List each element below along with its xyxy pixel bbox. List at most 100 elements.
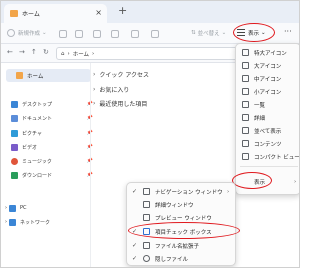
pane-divider[interactable] bbox=[90, 63, 91, 267]
paste-icon[interactable] bbox=[93, 30, 101, 38]
menu-item-label: 中アイコン bbox=[254, 76, 282, 83]
menu-divider bbox=[240, 166, 298, 167]
sidebar-item-videos[interactable]: ビデオ 📌 bbox=[11, 142, 93, 152]
sidebar-item-downloads[interactable]: ダウンロード 📌 bbox=[11, 170, 93, 180]
new-tab-button[interactable]: + bbox=[118, 4, 127, 17]
sort-label: 並べ替え bbox=[197, 31, 220, 37]
back-button[interactable]: ← bbox=[7, 48, 13, 56]
more-options-button[interactable]: ··· bbox=[284, 27, 292, 36]
new-button[interactable]: 新規作成 ⌄ bbox=[7, 29, 47, 37]
close-tab-icon[interactable]: × bbox=[95, 8, 102, 17]
delete-icon[interactable] bbox=[151, 30, 159, 38]
cut-icon[interactable] bbox=[59, 30, 67, 38]
title-bar: ホーム × + bbox=[1, 1, 299, 23]
home-icon bbox=[16, 72, 23, 79]
menu-item-label: コンパクト ビュー bbox=[254, 154, 300, 161]
sidebar-item-pc[interactable]: › PC bbox=[5, 203, 87, 213]
chevron-right-icon: › bbox=[5, 205, 7, 211]
sidebar-item-network[interactable]: › ネットワーク bbox=[5, 217, 87, 227]
chevron-down-icon: ⌄ bbox=[261, 29, 266, 36]
videos-icon bbox=[11, 143, 18, 151]
chevron-right-icon: › bbox=[227, 188, 230, 195]
view-menu: 特大アイコン 大アイコン 中アイコン 小アイコン 一覧 詳細 並べて表示 コンテ… bbox=[235, 43, 300, 195]
new-label: 新規作成 bbox=[18, 31, 41, 37]
preview-pane-icon bbox=[143, 214, 150, 221]
sidebar-item-label: ダウンロード bbox=[22, 172, 53, 179]
section-label: クイック アクセス bbox=[99, 72, 150, 79]
home-icon bbox=[10, 10, 18, 17]
menu-item-label: 項目チェック ボックス bbox=[155, 229, 212, 236]
sidebar-item-desktop[interactable]: デスクトップ 📌 bbox=[11, 99, 93, 109]
menu-item-content[interactable]: コンテンツ bbox=[236, 138, 299, 149]
menu-item-label: 特大アイコン bbox=[254, 50, 287, 57]
menu-item-file-extensions[interactable]: ✓ ファイル名拡張子 bbox=[127, 240, 235, 251]
check-icon: ✓ bbox=[132, 188, 138, 195]
section-recent[interactable]: › 最近使用した項目 bbox=[93, 99, 147, 108]
menu-item-small-icons[interactable]: 小アイコン bbox=[236, 86, 299, 97]
menu-item-label: 並べて表示 bbox=[254, 128, 282, 135]
section-quick-access[interactable]: › クイック アクセス bbox=[93, 70, 149, 79]
chevron-right-icon: › bbox=[5, 219, 7, 225]
menu-item-label: ファイル名拡張子 bbox=[155, 243, 200, 250]
navigation-pane-icon bbox=[143, 188, 150, 195]
chevron-down-icon: ⌄ bbox=[221, 30, 227, 36]
menu-item-compact-view[interactable]: コンパクト ビュー bbox=[236, 151, 300, 162]
menu-item-details-pane[interactable]: 詳細ウィンドウ bbox=[127, 199, 235, 210]
menu-item-hidden-items[interactable]: ✓ 隠しファイル bbox=[127, 253, 235, 264]
menu-item-list[interactable]: 一覧 bbox=[236, 99, 299, 110]
forward-button[interactable]: → bbox=[19, 48, 25, 56]
sidebar-item-label: ホーム bbox=[27, 73, 44, 80]
menu-item-large-icons[interactable]: 大アイコン bbox=[236, 60, 299, 71]
tab-home[interactable]: ホーム × bbox=[4, 4, 107, 23]
menu-item-extra-large-icons[interactable]: 特大アイコン bbox=[236, 47, 299, 58]
menu-item-label: 詳細 bbox=[254, 115, 266, 122]
network-icon bbox=[9, 218, 16, 226]
sidebar-item-pictures[interactable]: ピクチャ 📌 bbox=[11, 128, 93, 138]
refresh-button[interactable]: ↻ bbox=[43, 48, 49, 56]
rename-icon[interactable] bbox=[111, 30, 119, 38]
menu-item-label: ナビゲーション ウィンドウ bbox=[155, 189, 223, 196]
check-icon: ✓ bbox=[132, 242, 138, 249]
copy-icon[interactable] bbox=[75, 30, 83, 38]
large-icons-icon bbox=[242, 62, 249, 69]
sidebar-item-label: ドキュメント bbox=[22, 115, 53, 122]
menu-item-medium-icons[interactable]: 中アイコン bbox=[236, 73, 299, 84]
menu-item-navigation-pane[interactable]: ✓ ナビゲーション ウィンドウ › bbox=[127, 186, 235, 197]
menu-item-label: 大アイコン bbox=[254, 63, 282, 70]
section-label: 最近使用した項目 bbox=[99, 101, 148, 108]
desktop-icon bbox=[11, 100, 18, 108]
chevron-right-icon: › bbox=[93, 71, 96, 78]
section-favorites[interactable]: › お気に入り bbox=[93, 85, 129, 94]
breadcrumb-separator: › bbox=[92, 50, 95, 57]
menu-item-label: コンテンツ bbox=[254, 141, 282, 148]
compact-view-icon bbox=[242, 153, 249, 160]
share-icon[interactable] bbox=[131, 30, 139, 38]
menu-item-show[interactable]: 表示 › bbox=[236, 176, 299, 187]
medium-icons-icon bbox=[242, 75, 249, 82]
chevron-right-icon: › bbox=[93, 86, 96, 93]
sidebar-item-home[interactable]: ホーム bbox=[6, 69, 91, 82]
content-icon bbox=[242, 140, 249, 147]
menu-item-label: 小アイコン bbox=[254, 89, 282, 96]
sidebar-item-music[interactable]: ミュージック 📌 bbox=[11, 156, 93, 166]
chevron-down-icon: ⌄ bbox=[42, 30, 47, 36]
sidebar-item-label: ビデオ bbox=[22, 144, 38, 151]
sidebar-item-label: PC bbox=[20, 205, 27, 211]
menu-item-tiles[interactable]: 並べて表示 bbox=[236, 125, 299, 136]
menu-item-label: 一覧 bbox=[254, 102, 266, 109]
up-button[interactable]: ↑ bbox=[31, 48, 37, 56]
breadcrumb-home[interactable]: ホーム bbox=[73, 50, 89, 58]
eye-icon bbox=[143, 255, 150, 262]
menu-item-details[interactable]: 詳細 bbox=[236, 112, 299, 123]
sort-button[interactable]: ⇅ 並べ替え ⌄ bbox=[191, 29, 226, 37]
documents-icon bbox=[11, 114, 18, 122]
sidebar-item-label: ミュージック bbox=[22, 158, 52, 165]
address-input[interactable]: ⌂ › ホーム › bbox=[56, 47, 251, 60]
extra-large-icons-icon bbox=[242, 49, 249, 56]
menu-item-item-check-boxes[interactable]: ✓ 項目チェック ボックス bbox=[127, 226, 235, 237]
view-button[interactable]: 表示 ⌄ bbox=[237, 25, 273, 40]
sidebar-item-label: ネットワーク bbox=[20, 219, 51, 226]
section-label: お気に入り bbox=[99, 87, 130, 94]
sidebar-item-documents[interactable]: ドキュメント 📌 bbox=[11, 113, 93, 123]
menu-item-preview-pane[interactable]: プレビュー ウィンドウ bbox=[127, 212, 235, 223]
